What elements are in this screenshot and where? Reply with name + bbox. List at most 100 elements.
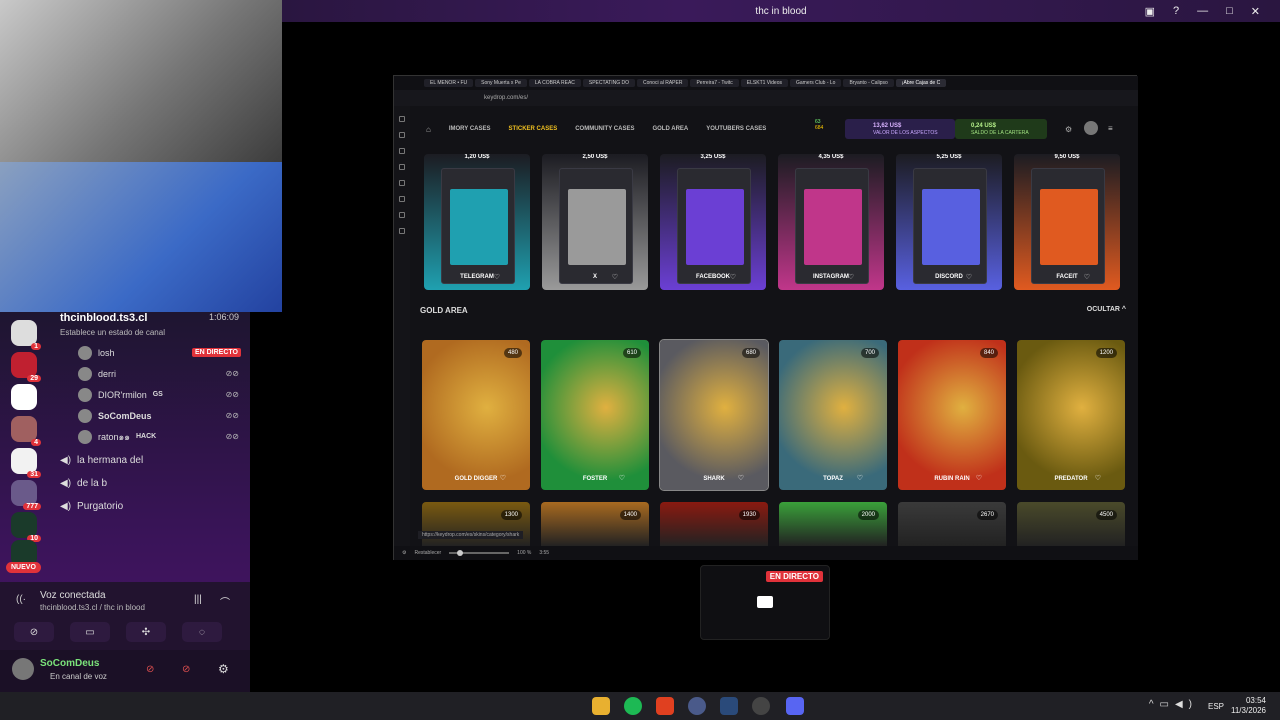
heart-icon[interactable]: ♡	[1095, 474, 1101, 482]
gold-case-card[interactable]: 680 SHARK ♡	[659, 339, 769, 491]
gold-case-card[interactable]: 610 FOSTER ♡	[541, 340, 649, 490]
nav-item[interactable]: YOUTUBERS CASES	[706, 126, 766, 132]
avatar[interactable]	[12, 658, 34, 680]
server-icon[interactable]: 1	[11, 320, 41, 350]
case-card[interactable]: 2670	[898, 502, 1006, 546]
soundboard-button[interactable]: ◌	[182, 622, 222, 642]
wallet-panel[interactable]: 0,24 US$ SALDO DE LA CARTERA	[955, 119, 1047, 139]
disconnect-icon[interactable]: ⌒	[220, 594, 230, 609]
server-icon[interactable]: 31	[11, 448, 41, 478]
activities-button[interactable]: ✣	[126, 622, 166, 642]
voice-path[interactable]: thcinblood.ts3.cl / thc in blood	[40, 603, 145, 612]
nav-item[interactable]: IMORY CASES	[449, 126, 491, 132]
case-card[interactable]: 4,35 US$ INSTAGRAM ♡	[778, 154, 884, 290]
noise-icon[interactable]: |||	[194, 594, 202, 605]
gear-icon[interactable]: ⚙	[1065, 125, 1072, 134]
voice-channel[interactable]: ◀) de la b	[60, 478, 107, 489]
headphones-muted-icon[interactable]: ⊘	[182, 664, 190, 675]
reset-zoom-link[interactable]: Restablecer	[414, 550, 441, 556]
sidebar-icon[interactable]	[399, 180, 405, 186]
avatar[interactable]	[1084, 121, 1098, 135]
maximize-button[interactable]: □	[1226, 5, 1233, 17]
browser-tab-active[interactable]: ¡Abre Cajas de C	[895, 79, 947, 87]
browser-tab[interactable]: Perreira7 - Twitc	[690, 79, 739, 87]
server-icon[interactable]: 4	[11, 416, 41, 446]
server-icon[interactable]: 29	[11, 352, 41, 382]
gear-icon[interactable]: ⚙	[218, 662, 229, 676]
heart-icon[interactable]: ♡	[966, 273, 972, 281]
heart-icon[interactable]: ♡	[848, 273, 854, 281]
heart-icon[interactable]: ♡	[1084, 273, 1090, 281]
sidebar-icon[interactable]	[399, 116, 405, 122]
server-icon[interactable]: 10	[11, 512, 41, 542]
nav-item[interactable]: GOLD AREA	[652, 126, 688, 132]
spotify-icon[interactable]	[624, 697, 642, 715]
sidebar-icon[interactable]	[399, 164, 405, 170]
channel-status-prompt[interactable]: Establece un estado de canal	[60, 328, 245, 337]
browser-tab[interactable]: ELSKT1 Videos	[740, 79, 788, 87]
sidebar-icon[interactable]	[399, 148, 405, 154]
nav-item[interactable]: COMMUNITY CASES	[575, 126, 634, 132]
gold-case-card[interactable]: 1200 PREDATOR ♡	[1017, 340, 1125, 490]
stream-preview[interactable]: EN DIRECTO	[700, 565, 830, 640]
browser-tab[interactable]: Conoci al RAPER	[637, 79, 689, 87]
sidebar-icon[interactable]	[399, 228, 405, 234]
case-card[interactable]: 2,50 US$ X ♡	[542, 154, 648, 290]
mic-muted-icon[interactable]: ⊘	[146, 664, 154, 675]
nav-item-active[interactable]: STICKER CASES	[509, 126, 558, 132]
skin-value-panel[interactable]: 13,62 US$ VALOR DE LOS ASPECTOS	[845, 119, 955, 139]
sidebar-icon[interactable]	[399, 212, 405, 218]
minimize-button[interactable]: —	[1197, 5, 1208, 17]
app-icon[interactable]	[752, 697, 770, 715]
hide-button[interactable]: OCULTAR ^	[1087, 306, 1126, 313]
help-icon[interactable]: ?	[1173, 5, 1179, 17]
case-card[interactable]: 5,25 US$ DISCORD ♡	[896, 154, 1002, 290]
system-tray[interactable]: ^▭◀)	[1149, 699, 1198, 710]
voice-user[interactable]: derri ⊘⊘	[78, 363, 243, 384]
heart-icon[interactable]: ♡	[857, 474, 863, 482]
clock[interactable]: 03:54 11/3/2026	[1231, 696, 1266, 716]
screen-share-button[interactable]: ▭	[70, 622, 110, 642]
settings-icon[interactable]: ⚙	[402, 550, 406, 556]
case-card[interactable]: 1300	[422, 502, 530, 546]
voice-channel[interactable]: ◀) la hermana del	[60, 455, 143, 466]
browser-tab[interactable]: Sony Muerta x Pe	[475, 79, 527, 87]
address-bar[interactable]: keydrop.com/es/	[394, 90, 1138, 106]
case-card[interactable]: 4500	[1017, 502, 1125, 546]
heart-icon[interactable]: ♡	[976, 474, 982, 482]
menu-icon[interactable]: ≡	[1108, 124, 1113, 133]
app-icon[interactable]	[688, 697, 706, 715]
language-indicator[interactable]: ESP	[1208, 702, 1224, 711]
browser-tab[interactable]: LA COBRA REAC	[528, 79, 581, 87]
sidebar-icon[interactable]	[399, 196, 405, 202]
screen-icon[interactable]: ▣	[1145, 5, 1155, 18]
camera-off-button[interactable]: ⊘	[14, 622, 54, 642]
brave-icon[interactable]	[656, 697, 674, 715]
heart-icon[interactable]: ♡	[494, 273, 500, 281]
file-explorer-icon[interactable]	[592, 697, 610, 715]
discord-icon[interactable]	[786, 697, 804, 715]
case-card[interactable]: 9,50 US$ FACEIT ♡	[1014, 154, 1120, 290]
home-icon[interactable]: ⌂	[426, 125, 431, 134]
heart-icon[interactable]: ♡	[730, 273, 736, 281]
case-card[interactable]: 3,25 US$ FACEBOOK ♡	[660, 154, 766, 290]
heart-icon[interactable]: ♡	[500, 474, 506, 482]
sidebar-icon[interactable]	[399, 132, 405, 138]
voice-user[interactable]: raton๑๑ HACK ⊘⊘	[78, 426, 243, 447]
voice-channel[interactable]: ◀) Purgatorio	[60, 501, 123, 512]
browser-tab[interactable]: Gamers Club - Lo	[790, 79, 842, 87]
server-icon[interactable]	[11, 384, 37, 410]
case-card[interactable]: 2000	[779, 502, 887, 546]
gold-case-card[interactable]: 840 RUBIN RAIN ♡	[898, 340, 1006, 490]
url-text[interactable]: keydrop.com/es/	[484, 95, 528, 101]
voice-user[interactable]: SoComDeus ⊘⊘	[78, 405, 243, 426]
case-card[interactable]: 1,20 US$ TELEGRAM ♡	[424, 154, 530, 290]
heart-icon[interactable]: ♡	[612, 273, 618, 281]
case-card[interactable]: 1400	[541, 502, 649, 546]
browser-tab[interactable]: EL MENOR • FU	[424, 79, 474, 87]
heart-icon[interactable]: ♡	[738, 474, 744, 482]
case-card[interactable]: 1930	[660, 502, 768, 546]
steam-icon[interactable]	[720, 697, 738, 715]
browser-tab[interactable]: Bryanto - Calipso	[843, 79, 894, 87]
zoom-slider[interactable]	[449, 550, 510, 556]
